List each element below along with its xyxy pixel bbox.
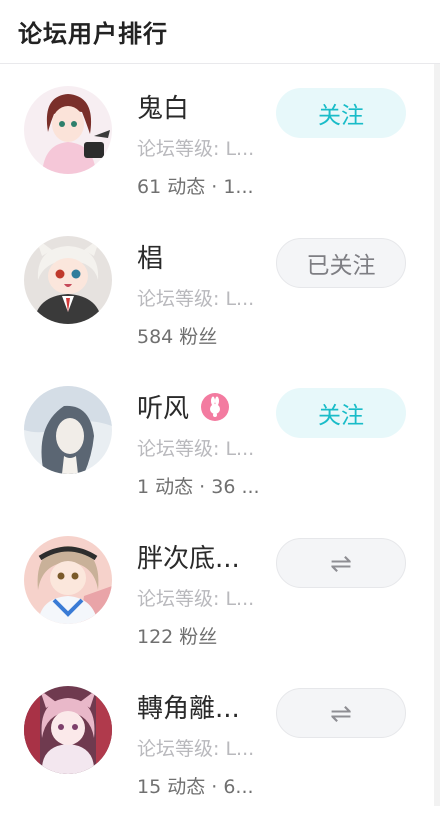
user-ranking-list: 鬼白 论坛等级: L... 61 动态 · 1... 关注 椙 论坛等级: L.… xyxy=(0,64,440,814)
user-level: 论坛等级: L... xyxy=(137,738,255,760)
page-title: 论坛用户排行 xyxy=(18,20,168,48)
follow-button[interactable]: 关注 xyxy=(276,88,406,138)
user-name-line: 轉角離... xyxy=(137,688,240,725)
follow-button[interactable]: 关注 xyxy=(276,388,406,438)
user-name[interactable]: 听风 xyxy=(137,388,189,425)
user-name[interactable]: 胖次底... xyxy=(137,538,240,575)
user-stats: 1 动态 · 36 ... xyxy=(137,476,260,498)
mutual-follow-button[interactable]: ⇌ xyxy=(276,538,406,588)
user-level: 论坛等级: L... xyxy=(137,438,255,460)
user-avatar[interactable] xyxy=(24,236,112,324)
user-stats: 15 动态 · 6... xyxy=(137,776,254,798)
list-item[interactable]: 椙 论坛等级: L... 584 粉丝 已关注 xyxy=(0,214,440,364)
user-stats: 122 粉丝 xyxy=(137,626,218,648)
user-name[interactable]: 轉角離... xyxy=(137,688,240,725)
followed-button[interactable]: 已关注 xyxy=(276,238,406,288)
list-item[interactable]: 听风 论坛等级: L... 1 动态 · 36 ... 关注 xyxy=(0,364,440,514)
user-level: 论坛等级: L... xyxy=(137,288,255,310)
scrollbar[interactable] xyxy=(434,64,440,806)
avatar-image xyxy=(24,686,112,774)
list-item[interactable]: 胖次底... 论坛等级: L... 122 粉丝 ⇌ xyxy=(0,514,440,664)
user-avatar[interactable] xyxy=(24,686,112,774)
user-avatar[interactable] xyxy=(24,386,112,474)
user-name-line: 鬼白 xyxy=(137,88,189,125)
user-name[interactable]: 鬼白 xyxy=(137,88,189,125)
user-name-line: 椙 xyxy=(137,238,163,275)
user-name[interactable]: 椙 xyxy=(137,238,163,275)
user-stats: 584 粉丝 xyxy=(137,326,218,348)
user-stats: 61 动态 · 1... xyxy=(137,176,254,198)
avatar-image xyxy=(24,386,112,474)
page-header: 论坛用户排行 xyxy=(0,0,440,64)
user-name-line: 胖次底... xyxy=(137,538,240,575)
user-name-line: 听风 xyxy=(137,388,230,425)
list-item[interactable]: 鬼白 论坛等级: L... 61 动态 · 1... 关注 xyxy=(0,64,440,214)
avatar-image xyxy=(24,236,112,324)
pink-rabbit-badge-icon xyxy=(201,392,230,421)
mutual-follow-button[interactable]: ⇌ xyxy=(276,688,406,738)
user-avatar[interactable] xyxy=(24,536,112,624)
list-item[interactable]: 轉角離... 论坛等级: L... 15 动态 · 6... ⇌ xyxy=(0,664,440,814)
user-avatar[interactable] xyxy=(24,86,112,174)
user-level: 论坛等级: L... xyxy=(137,588,255,610)
avatar-image xyxy=(24,86,112,174)
avatar-image xyxy=(24,536,112,624)
user-level: 论坛等级: L... xyxy=(137,138,255,160)
